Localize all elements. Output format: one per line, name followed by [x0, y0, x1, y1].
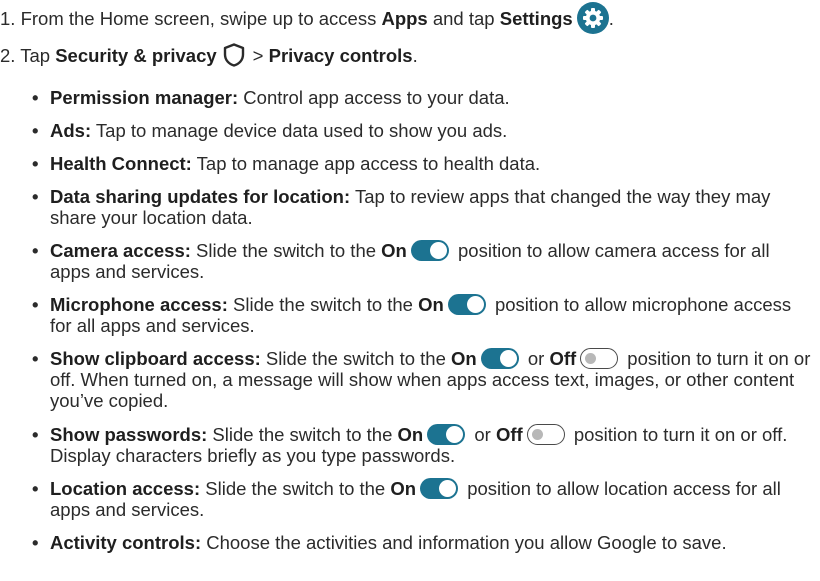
bullet-dot: • — [32, 240, 39, 261]
on-label: On — [451, 348, 477, 369]
bullet-microphone-access: • Microphone access: Slide the switch to… — [32, 294, 812, 336]
bullet-permission-manager: • Permission manager: Control app access… — [32, 87, 812, 108]
bullet-body: Slide the switch to the — [190, 240, 382, 261]
bullet-title: Health Connect: — [50, 153, 192, 174]
bullet-title: Camera access: — [50, 240, 191, 261]
bullet-body: Slide the switch to the — [260, 348, 452, 369]
step-1-mid: and tap — [427, 8, 500, 29]
bullet-location-access: • Location access: Slide the switch to t… — [32, 478, 812, 520]
bullet-dot: • — [32, 532, 39, 553]
bullet-body: Tap to manage device data used to show y… — [91, 120, 508, 141]
shield-icon — [223, 43, 244, 67]
bullet-body: Tap to manage app access to health data. — [191, 153, 541, 174]
step-1: 1. From the Home screen, swipe up to acc… — [0, 2, 614, 34]
on-label: On — [390, 478, 417, 499]
bullet-show-clipboard-access: • Show clipboard access: Slide the switc… — [32, 348, 812, 411]
gear-icon — [576, 2, 609, 34]
toggle-on-icon — [410, 240, 449, 261]
bullet-activity-controls: • Activity controls: Choose the activiti… — [32, 532, 812, 553]
bullet-title: Permission manager: — [50, 87, 239, 108]
bullet-dot: • — [32, 87, 39, 108]
bullet-title: Ads: — [50, 120, 92, 141]
bullet-body: Control app access to your data. — [238, 87, 510, 108]
bullet-title: Data sharing updates for location: — [50, 186, 351, 207]
bullet-title: Microphone access: — [50, 294, 228, 315]
bullet-body: or — [522, 348, 550, 369]
off-label: Off — [495, 424, 523, 445]
toggle-on-icon — [420, 478, 459, 499]
bullet-title: Location access: — [50, 478, 201, 499]
bullet-dot: • — [32, 348, 39, 369]
apps-label: Apps — [381, 8, 428, 29]
step-2-end: . — [412, 45, 418, 66]
on-label: On — [381, 240, 407, 261]
bullet-body: or — [469, 424, 496, 445]
step-1-end: . — [608, 8, 614, 29]
step-1-text: 1. From the Home screen, swipe up to acc… — [0, 8, 382, 29]
bullet-body: Choose the activities and information yo… — [201, 532, 727, 553]
bullet-title: Show passwords: — [50, 424, 208, 445]
toggle-on-icon — [447, 294, 486, 315]
bullet-show-passwords: • Show passwords: Slide the switch to th… — [32, 424, 812, 466]
bullet-title: Show clipboard access: — [50, 348, 261, 369]
bullet-ads: • Ads: Tap to manage device data used to… — [32, 120, 812, 141]
bullet-title: Activity controls: — [50, 532, 202, 553]
toggle-off-icon — [580, 348, 619, 369]
bullet-dot: • — [32, 186, 39, 207]
bullet-camera-access: • Camera access: Slide the switch to the… — [32, 240, 812, 282]
bullet-health-connect: • Health Connect: Tap to manage app acce… — [32, 153, 812, 174]
privacy-controls-label: Privacy controls — [268, 45, 413, 66]
off-label: Off — [549, 348, 577, 369]
step-2: 2. Tap Security & privacy > Privacy cont… — [0, 43, 418, 68]
bullet-body: Slide the switch to the — [227, 294, 419, 315]
toggle-on-icon — [480, 348, 519, 369]
security-privacy-label: Security & privacy — [55, 45, 217, 66]
bullet-body: Slide the switch to the — [207, 424, 398, 445]
bullet-dot: • — [32, 153, 39, 174]
toggle-on-icon — [427, 424, 466, 445]
step-2-text: 2. Tap — [0, 45, 56, 66]
bullet-data-sharing-updates: • Data sharing updates for location: Tap… — [32, 186, 812, 228]
bullet-body: Slide the switch to the — [200, 478, 391, 499]
bullet-dot: • — [32, 478, 39, 499]
on-label: On — [418, 294, 444, 315]
bullet-dot: • — [32, 424, 39, 445]
bullet-dot: • — [32, 120, 39, 141]
on-label: On — [397, 424, 424, 445]
toggle-off-icon — [526, 424, 565, 445]
bullet-dot: • — [32, 294, 39, 315]
settings-label: Settings — [499, 8, 573, 29]
step-2-sep: > — [252, 45, 269, 66]
